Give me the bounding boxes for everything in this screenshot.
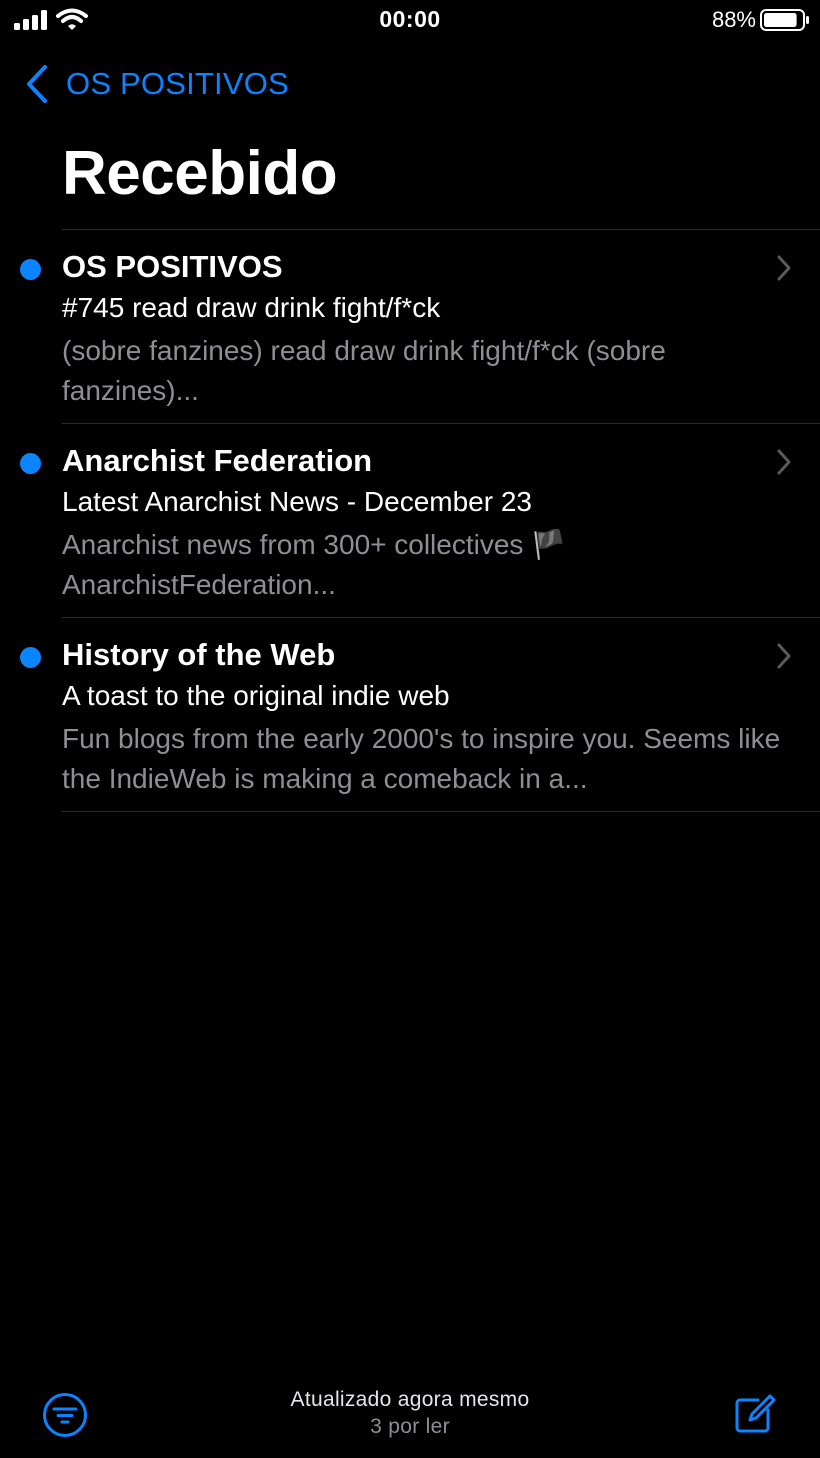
message-preview: Fun blogs from the early 2000's to inspi…: [62, 723, 781, 794]
chevron-left-icon: [27, 65, 47, 103]
compose-icon[interactable]: [732, 1390, 778, 1436]
unread-dot: [20, 259, 41, 280]
message-list: OS POSITIVOS #745 read draw drink fight/…: [0, 229, 820, 812]
message-subject: A toast to the original indie web: [62, 680, 450, 711]
message-row[interactable]: Anarchist Federation Latest Anarchist Ne…: [0, 424, 820, 617]
status-time: 00:00: [379, 6, 441, 32]
battery-percent: 88%: [711, 7, 756, 32]
message-sender: History of the Web: [62, 637, 336, 672]
message-subject: Latest Anarchist News - December 23: [62, 486, 532, 517]
back-label: OS POSITIVOS: [66, 66, 289, 101]
chevron-right-icon: [777, 255, 791, 281]
unread-dot: [20, 453, 41, 474]
unread-dot: [20, 647, 41, 668]
message-preview: Anarchist news from 300+ collectives 🏴 A…: [62, 529, 567, 600]
message-sender: OS POSITIVOS: [62, 249, 283, 284]
chevron-right-icon: [777, 643, 791, 669]
message-row[interactable]: History of the Web A toast to the origin…: [0, 618, 820, 811]
message-row[interactable]: OS POSITIVOS #745 read draw drink fight/…: [0, 230, 820, 423]
back-button[interactable]: OS POSITIVOS: [24, 62, 289, 106]
page-title: Recebido: [62, 139, 338, 208]
message-preview: (sobre fanzines) read draw drink fight/f…: [62, 335, 666, 406]
unread-count: 3 por ler: [370, 1415, 450, 1438]
message-sender: Anarchist Federation: [62, 443, 373, 478]
message-subject: #745 read draw drink fight/f*ck: [62, 292, 441, 323]
chevron-right-icon: [777, 449, 791, 475]
update-status: Atualizado agora mesmo: [290, 1388, 530, 1411]
toolbar-status: Atualizado agora mesmo 3 por ler: [0, 1388, 820, 1439]
battery-icon: [760, 9, 809, 31]
divider: [62, 811, 820, 812]
status-bar: 00:00 88%: [0, 0, 820, 42]
